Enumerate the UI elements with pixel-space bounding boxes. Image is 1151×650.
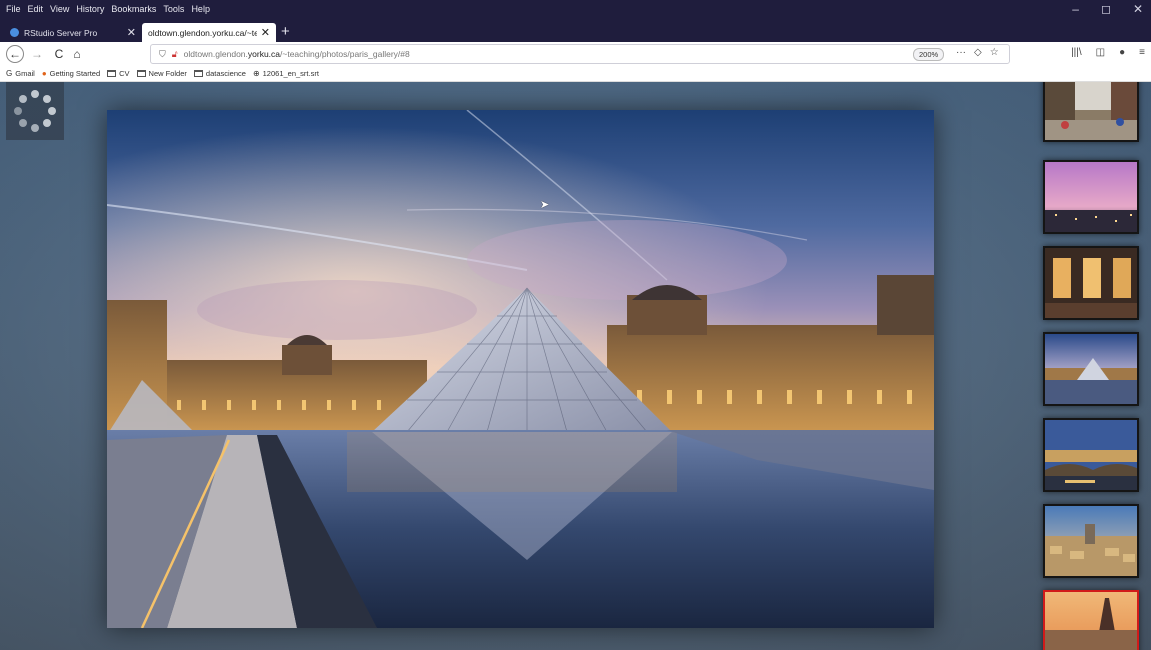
- close-window-button[interactable]: ✕: [1133, 2, 1143, 16]
- tab-strip: RStudio Server Pro ✕ oldtown.glendon.yor…: [0, 22, 1151, 42]
- hamburger-menu-icon[interactable]: ≡: [1139, 47, 1145, 58]
- firefox-icon: ●: [41, 69, 47, 78]
- navigation-bar: ← → C ⌂ ⛉ 🔓︎ oldtown.glendon.yorku.ca/~t…: [0, 42, 1151, 66]
- title-bar: File Edit View History Bookmarks Tools H…: [0, 0, 1151, 22]
- menu-tools[interactable]: Tools: [163, 4, 184, 14]
- toolbar-right: |||\ ◫ ● ≡: [1071, 47, 1145, 58]
- menu-bar: File Edit View History Bookmarks Tools H…: [6, 4, 210, 14]
- pocket-icon[interactable]: ◇: [974, 47, 982, 58]
- bookmark-srt[interactable]: ⊕ 12061_en_srt.srt: [253, 69, 319, 78]
- url-text: oldtown.glendon.yorku.ca/~teaching/photo…: [183, 49, 410, 59]
- folder-icon: [107, 70, 117, 77]
- thumbnail-1[interactable]: [1043, 82, 1139, 142]
- url-bar[interactable]: ⛉ 🔓︎ oldtown.glendon.yorku.ca/~teaching/…: [150, 44, 1010, 64]
- thumbnail-rail: [1034, 82, 1151, 650]
- minimize-button[interactable]: –: [1072, 2, 1079, 16]
- menu-file[interactable]: File: [6, 4, 21, 14]
- bookmark-star-icon[interactable]: ☆: [990, 47, 999, 58]
- new-tab-button[interactable]: +: [281, 22, 290, 42]
- window-controls: – ◻ ✕: [1072, 2, 1143, 16]
- thumbnail-6[interactable]: [1043, 504, 1139, 578]
- bookmark-getting-started[interactable]: ● Getting Started: [42, 69, 100, 78]
- reload-button[interactable]: C: [50, 45, 68, 63]
- tracking-shield-icon[interactable]: ⛉: [159, 49, 166, 60]
- bookmark-gmail[interactable]: G Gmail: [6, 69, 35, 78]
- bookmark-folder-cv[interactable]: CV: [107, 69, 130, 78]
- zoom-level-badge[interactable]: 200%: [913, 48, 945, 61]
- bookmarks-toolbar: G Gmail ● Getting Started CV New Folder da…: [0, 66, 1151, 82]
- url-actions: ··· ◇ ☆: [956, 47, 999, 58]
- mouse-cursor-icon: ➤: [540, 199, 550, 211]
- menu-history[interactable]: History: [76, 4, 104, 14]
- google-icon: G: [6, 69, 13, 78]
- folder-icon: [136, 70, 146, 77]
- browser-window: File Edit View History Bookmarks Tools H…: [0, 0, 1151, 650]
- globe-icon: ⊕: [252, 69, 260, 78]
- extension-icon[interactable]: ●: [1119, 47, 1125, 58]
- thumbnail-7-selected[interactable]: [1043, 590, 1139, 650]
- thumbnail-5[interactable]: [1043, 418, 1139, 492]
- thumbnail-2[interactable]: [1043, 160, 1139, 234]
- main-photo-louvre-pyramid[interactable]: [107, 110, 934, 628]
- insecure-lock-icon[interactable]: 🔓︎: [172, 49, 178, 60]
- tab-title: RStudio Server Pro: [24, 27, 98, 38]
- bookmark-folder-new[interactable]: New Folder: [136, 69, 187, 78]
- close-tab-icon[interactable]: ✕: [261, 26, 270, 39]
- close-tab-icon[interactable]: ✕: [127, 26, 136, 39]
- back-button[interactable]: ←: [6, 45, 24, 63]
- tab-gallery[interactable]: oldtown.glendon.yorku.ca/~teachi ✕: [142, 23, 276, 42]
- maximize-button[interactable]: ◻: [1101, 2, 1111, 16]
- home-button[interactable]: ⌂: [68, 45, 86, 63]
- thumbnail-3[interactable]: [1043, 246, 1139, 320]
- thumbnail-4[interactable]: [1043, 332, 1139, 406]
- folder-icon: [193, 70, 203, 77]
- gallery-page: ➤: [0, 82, 1151, 650]
- library-icon[interactable]: |||\: [1071, 47, 1082, 58]
- page-actions-icon[interactable]: ···: [956, 47, 966, 58]
- menu-edit[interactable]: Edit: [28, 4, 44, 14]
- sidebar-icon[interactable]: ◫: [1096, 47, 1105, 58]
- tab-title: oldtown.glendon.yorku.ca/~teachi: [148, 27, 257, 38]
- menu-help[interactable]: Help: [191, 4, 210, 14]
- forward-button[interactable]: →: [28, 45, 46, 63]
- menu-view[interactable]: View: [50, 4, 69, 14]
- bookmark-folder-datascience[interactable]: datascience: [193, 69, 246, 78]
- rstudio-favicon-icon: [10, 28, 19, 37]
- loading-spinner-icon: [6, 82, 64, 140]
- menu-bookmarks[interactable]: Bookmarks: [111, 4, 156, 14]
- tab-rstudio[interactable]: RStudio Server Pro ✕: [4, 23, 142, 42]
